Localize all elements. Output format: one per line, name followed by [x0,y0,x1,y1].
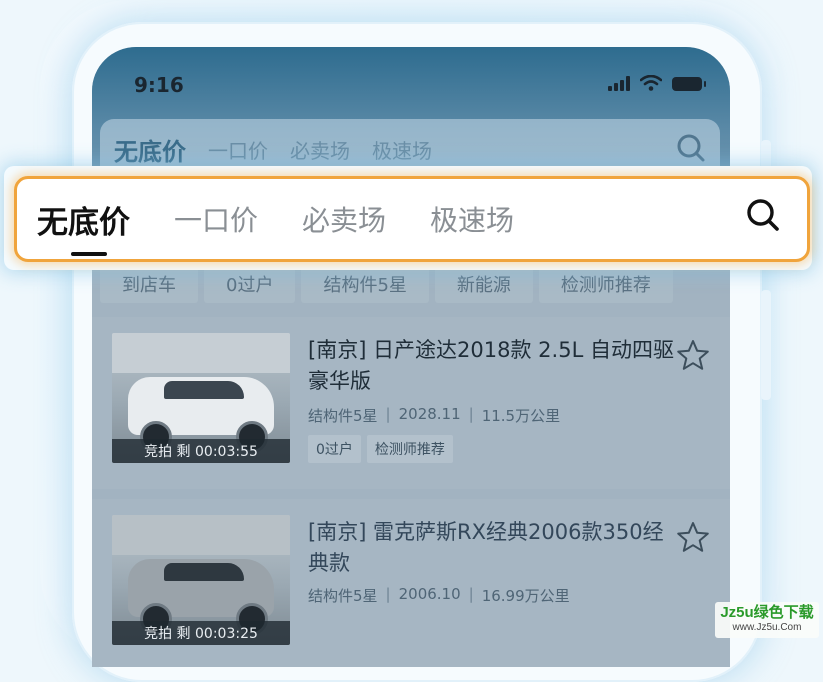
registration-date: 2028.11 [398,405,461,423]
listing-meta: 结构件5星 | 2028.11 | 11.5万公里 [308,405,561,425]
site-watermark: Jz5u绿色下载 www.Jz5u.Com [715,602,819,638]
highlighted-tab-bar: 无底价 一口价 必卖场 极速场 [4,166,812,270]
listing-meta: 结构件5星 | 2006.10 | 16.99万公里 [308,585,570,605]
filter-chip-inspector-pick[interactable]: 检测师推荐 [538,265,673,303]
status-icons [608,75,706,91]
filter-chip-new-energy[interactable]: 新能源 [434,265,533,303]
status-time: 9:16 [134,73,184,97]
list-item[interactable]: 竞拍 剩 00:03:55 [南京] 日产途达2018款 2.5L 自动四驱豪华… [92,317,730,489]
tab-express[interactable]: 极速场 [372,135,432,164]
tag-zero-transfer: 0过户 [308,435,361,463]
tab-fixed-price[interactable]: 一口价 [174,199,258,239]
registration-date: 2006.10 [398,585,461,603]
filter-chip-zero-transfer[interactable]: 0过户 [204,265,296,303]
filter-chip-in-store[interactable]: 到店车 [100,265,198,303]
car-photo: 竞拍 剩 00:03:25 [112,515,290,645]
search-icon[interactable] [676,133,706,163]
car-listing-list: 竞拍 剩 00:03:55 [南京] 日产途达2018款 2.5L 自动四驱豪华… [92,317,730,667]
battery-icon [672,77,706,91]
status-bar: 9:16 [92,47,730,117]
star-icon[interactable] [676,521,710,553]
tag-inspector-pick: 检测师推荐 [366,435,453,463]
car-photo: 竞拍 剩 00:03:55 [112,333,290,463]
mileage: 16.99万公里 [481,587,570,605]
phone-screen: 9:16 无底价 一口价 必卖场 极速场 到店车 0过户 结构件5星 新能源 检… [92,47,730,667]
star-icon[interactable] [676,339,710,371]
mileage: 11.5万公里 [481,407,561,425]
tab-no-reserve-active[interactable]: 无底价 [37,197,130,256]
phone-side-button [761,290,771,400]
tab-must-sell[interactable]: 必卖场 [290,135,350,164]
tab-no-reserve[interactable]: 无底价 [114,132,186,167]
listing-tags: 0过户 检测师推荐 [308,435,453,463]
search-icon[interactable] [745,197,781,233]
tab-bar: 无底价 一口价 必卖场 极速场 [14,176,810,262]
tab-express[interactable]: 极速场 [430,199,514,239]
auction-countdown: 竞拍 剩 00:03:25 [112,621,290,645]
listing-title: [南京] 雷克萨斯RX经典2006款350经典款 [308,520,664,575]
structure-rating: 结构件5星 [308,587,378,605]
auction-countdown: 竞拍 剩 00:03:55 [112,439,290,463]
filter-chip-structure-5star[interactable]: 结构件5星 [301,265,429,303]
watermark-url: www.Jz5u.Com [732,622,802,633]
cellular-signal-icon [608,75,630,91]
tab-fixed-price[interactable]: 一口价 [208,135,268,164]
tab-must-sell[interactable]: 必卖场 [302,199,386,239]
watermark-title: Jz5u绿色下载 [720,604,814,621]
listing-title: [南京] 日产途达2018款 2.5L 自动四驱豪华版 [308,338,674,393]
wifi-icon [640,75,662,91]
structure-rating: 结构件5星 [308,407,378,425]
filter-chip-row: 到店车 0过户 结构件5星 新能源 检测师推荐 [100,265,730,305]
